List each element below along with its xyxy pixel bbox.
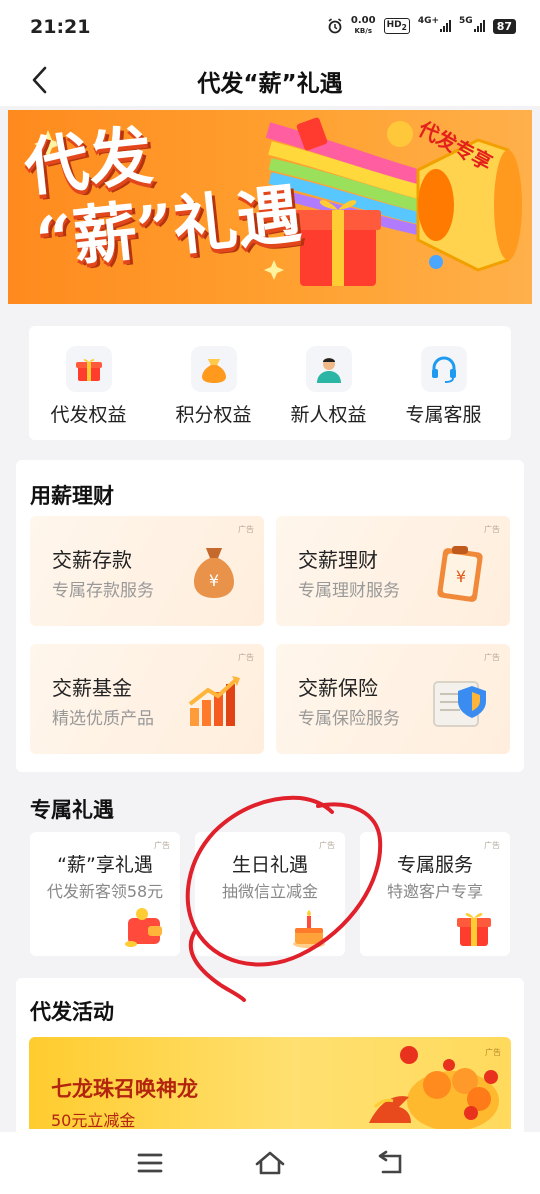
finance-card-wealth[interactable]: 广告 交薪理财 专属理财服务 ¥ — [276, 516, 510, 626]
card-subtitle: 专属理财服务 — [298, 581, 400, 601]
card-subtitle: 专属存款服务 — [52, 581, 154, 601]
section-title: 代发活动 — [30, 1000, 114, 1024]
birthday-cake-icon — [293, 910, 325, 948]
quick-item-customer-service[interactable]: 专属客服 — [386, 346, 501, 427]
back-nav-icon[interactable] — [370, 1146, 410, 1180]
perk-card-birthday[interactable]: 广告 生日礼遇 抽微信立减金 — [195, 832, 345, 956]
shield-document-icon — [433, 681, 486, 727]
wallet-icon — [125, 908, 162, 947]
headset-icon — [420, 346, 467, 392]
card-subtitle: 抽微信立减金 — [221, 882, 318, 901]
hero-banner[interactable]: 代发 “薪”礼遇 代发专享 — [8, 110, 532, 304]
status-time: 21:21 — [30, 16, 91, 38]
quick-item-points-benefits[interactable]: 积分权益 — [156, 346, 271, 427]
page-title: 代发“薪”礼遇 — [197, 71, 343, 97]
banner-headline: 代发 “薪”礼遇 — [20, 118, 305, 280]
finance-card-fund[interactable]: 广告 交薪基金 精选优质产品 — [30, 644, 264, 754]
card-title: 生日礼遇 — [231, 854, 308, 876]
quick-item-newcomer-benefits[interactable]: 新人权益 — [271, 346, 386, 427]
promo-subtitle: 50元立减金 — [51, 1111, 136, 1129]
quick-entry-panel: 代发权益 积分权益 新人权益 专属客服 — [29, 326, 511, 440]
card-title: 交薪保险 — [298, 676, 378, 700]
system-nav-bar — [0, 1132, 540, 1194]
card-title: 专属服务 — [396, 854, 473, 876]
person-icon — [305, 346, 352, 392]
gift-box-icon — [295, 200, 381, 286]
home-icon[interactable] — [250, 1146, 290, 1180]
money-bag-icon: ¥ — [194, 548, 234, 598]
promo-banner-dragon[interactable]: 广告 七龙珠召唤神龙 50元立减金 — [29, 1037, 511, 1129]
hd-badge: HD2 — [383, 17, 410, 35]
ad-label: 广告 — [238, 525, 254, 534]
growth-chart-icon — [188, 676, 240, 726]
card-title: “薪”享礼遇 — [57, 854, 153, 876]
quick-item-label: 代发权益 — [50, 404, 127, 426]
ad-label: 广告 — [238, 653, 254, 662]
ad-label: 广告 — [484, 525, 500, 534]
card-title: 交薪存款 — [52, 548, 132, 572]
page-header: 代发“薪”礼遇 — [0, 56, 540, 106]
gift-icon — [65, 346, 112, 392]
alarm-icon — [328, 18, 342, 34]
ad-label: 广告 — [484, 653, 500, 662]
status-icons: 0.00 KB/s HD2 4G+ 5G 87 — [327, 16, 516, 36]
card-subtitle: 特邀客户专享 — [386, 882, 483, 901]
finance-card-deposit[interactable]: 广告 交薪存款 专属存款服务 ¥ — [30, 516, 264, 626]
finance-section: 用薪理财 广告 交薪存款 专属存款服务 ¥ 广告 交薪理财 专属理财服务 ¥ 广… — [16, 460, 524, 772]
perk-card-salary[interactable]: 广告 “薪”享礼遇 代发新客领58元 — [30, 832, 180, 956]
dragon-treasure-icon — [369, 1046, 499, 1129]
card-subtitle: 专属保险服务 — [298, 709, 400, 729]
card-subtitle: 代发新客领58元 — [46, 882, 164, 901]
signal-5g: 5G — [459, 16, 485, 32]
finance-card-insurance[interactable]: 广告 交薪保险 专属保险服务 — [276, 644, 510, 754]
card-title: 交薪理财 — [298, 548, 378, 572]
signal-bars-icon — [473, 20, 485, 32]
gift-box-icon — [457, 913, 491, 946]
menu-icon[interactable] — [130, 1146, 170, 1180]
signal-4g: 4G+ — [418, 16, 452, 32]
net-speed: 0.00 KB/s — [350, 15, 376, 36]
section-title: 专属礼遇 — [30, 798, 114, 822]
clipboard-icon: ¥ — [437, 546, 483, 602]
svg-text:¥: ¥ — [209, 571, 219, 590]
card-title: 交薪基金 — [52, 676, 132, 700]
card-subtitle: 精选优质产品 — [52, 709, 154, 729]
coin-bag-icon — [190, 346, 237, 392]
quick-item-label: 专属客服 — [405, 404, 482, 426]
perk-card-service[interactable]: 广告 专属服务 特邀客户专享 — [360, 832, 510, 956]
signal-bars-icon — [440, 20, 452, 32]
battery-indicator: 87 — [492, 18, 516, 34]
quick-item-label: 新人权益 — [290, 404, 367, 426]
promo-title: 七龙珠召唤神龙 — [51, 1077, 198, 1101]
section-title: 用薪理财 — [30, 484, 114, 508]
svg-text:¥: ¥ — [456, 567, 466, 586]
quick-item-label: 积分权益 — [175, 404, 252, 426]
quick-item-salary-benefits[interactable]: 代发权益 — [31, 346, 146, 427]
status-bar: 21:21 0.00 KB/s HD2 4G+ 5G 87 — [0, 0, 540, 56]
